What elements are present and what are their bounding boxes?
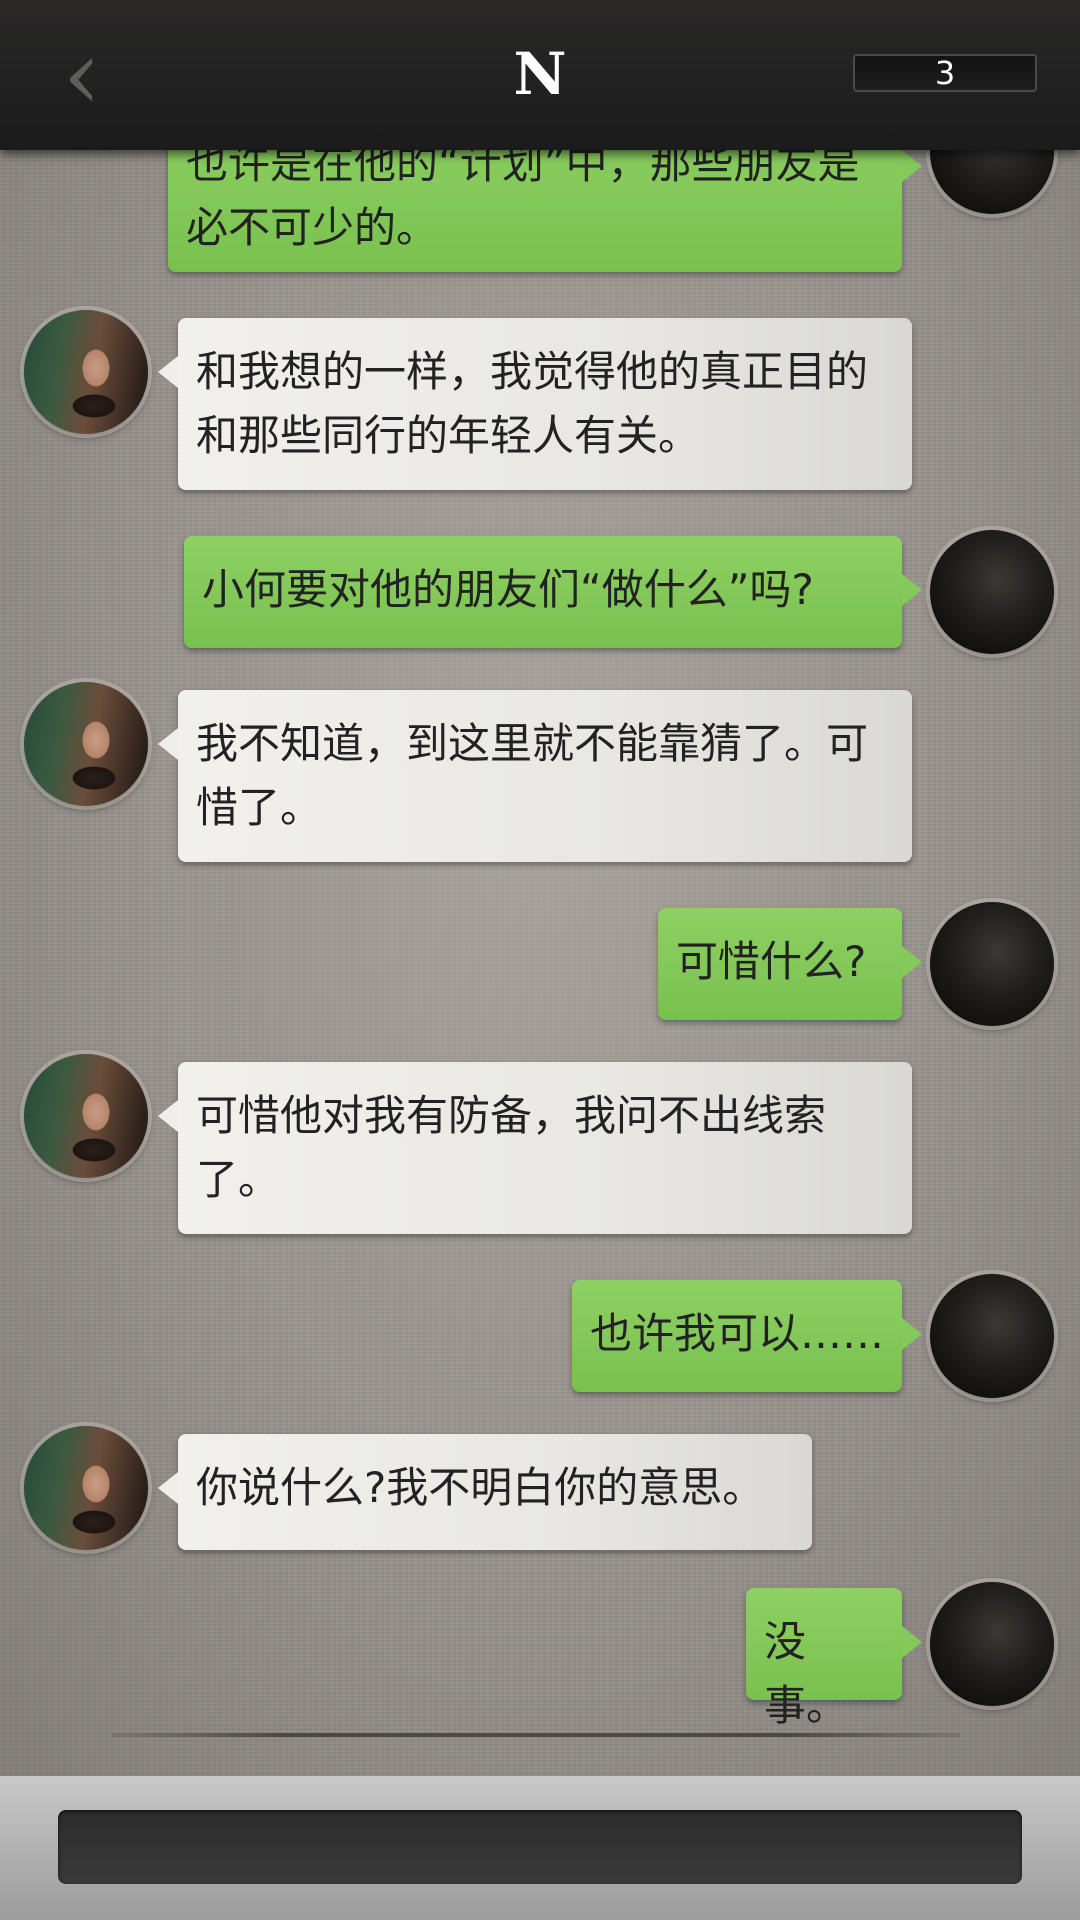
chat-bubble-outgoing: 也许我可以…… — [572, 1280, 922, 1392]
top-bar: ‹ N 3 — [0, 0, 1080, 150]
message-text: 没事。 — [764, 1617, 849, 1730]
avatar-self[interactable] — [930, 530, 1054, 654]
chat-bubble-outgoing: 可惜什么? — [658, 908, 922, 1020]
message-text: 也许是在他的“计划”中，那些朋友是必不可少的。 — [186, 139, 860, 252]
avatar-contact[interactable] — [24, 1054, 148, 1178]
chat-bubble-incoming: 和我想的一样，我觉得他的真正目的和那些同行的年轻人有关。 — [158, 318, 912, 490]
avatar-contact[interactable] — [24, 682, 148, 806]
avatar-self[interactable] — [930, 1582, 1054, 1706]
bottom-bar — [0, 1776, 1080, 1920]
chat-bubble-incoming: 我不知道，到这里就不能靠猜了。可惜了。 — [158, 690, 912, 862]
back-button[interactable]: ‹ — [42, 27, 122, 123]
message-text: 小何要对他的朋友们“做什么”吗? — [202, 565, 814, 614]
chat-bubble-outgoing: 没事。 — [746, 1588, 922, 1730]
message-text: 你说什么?我不明白你的意思。 — [196, 1463, 765, 1512]
chevron-left-icon: ‹ — [62, 19, 102, 131]
avatar-contact[interactable] — [24, 1426, 148, 1550]
chat-bubble-outgoing: 小何要对他的朋友们“做什么”吗? — [184, 536, 922, 648]
avatar-self[interactable] — [930, 902, 1054, 1026]
message-text: 也许我可以…… — [590, 1309, 885, 1358]
reply-input[interactable] — [58, 1810, 1022, 1884]
message-text: 可惜什么? — [676, 937, 867, 986]
message-text: 和我想的一样，我觉得他的真正目的和那些同行的年轻人有关。 — [196, 347, 869, 460]
chat-bubble-incoming: 你说什么?我不明白你的意思。 — [158, 1434, 812, 1550]
divider — [112, 1733, 960, 1737]
message-text: 我不知道，到这里就不能靠猜了。可惜了。 — [196, 719, 869, 832]
chat-area[interactable]: 也许是在他的“计划”中，那些朋友是必不可少的。 和我想的一样，我觉得他的真正目的… — [0, 0, 1080, 1776]
avatar-self[interactable] — [930, 1274, 1054, 1398]
counter-badge: 3 — [853, 54, 1037, 92]
contact-name: N — [513, 40, 567, 108]
avatar-contact[interactable] — [24, 310, 148, 434]
chat-bubble-incoming: 可惜他对我有防备，我问不出线索了。 — [158, 1062, 912, 1234]
message-text: 可惜他对我有防备，我问不出线索了。 — [196, 1091, 827, 1204]
